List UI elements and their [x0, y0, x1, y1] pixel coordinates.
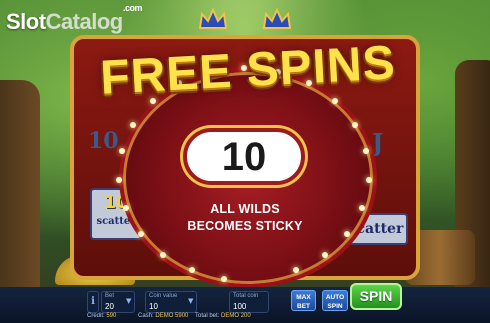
light-bulb — [137, 230, 144, 237]
cash-readout: Cash: DEMO 5900 — [138, 313, 188, 319]
credit-value: 590 — [106, 313, 117, 319]
max-bet-line-1: MAX — [296, 294, 311, 301]
coin-value: 10 — [149, 302, 158, 311]
site-logo: SlotCatalog .com — [6, 3, 143, 35]
auto-spin-line-1: AUTO — [325, 294, 345, 301]
light-bulb — [122, 205, 129, 212]
spin-button[interactable]: SPIN — [350, 283, 402, 310]
logo-slot: Slot — [6, 9, 46, 34]
max-bet-button[interactable]: MAX BET — [291, 290, 316, 311]
bet-selector[interactable]: Bet 20 ▼ — [101, 291, 135, 313]
reel-symbol-j: J — [372, 128, 384, 157]
chevron-down-icon[interactable]: ▼ — [188, 297, 193, 305]
light-bulb — [344, 230, 351, 237]
auto-spin-line-2: SPIN — [327, 303, 343, 310]
message-line-1: ALL WILDS — [210, 202, 280, 216]
logo-suffix: .com — [123, 3, 143, 13]
credit-label: Credit: — [87, 313, 105, 319]
credit-readout: Credit: 590 — [87, 313, 116, 319]
cash-value: DEMO 5900 — [155, 313, 189, 319]
tree-trunk-left — [0, 80, 40, 320]
info-button[interactable]: i — [87, 291, 99, 313]
total-coin-value: 100 — [233, 302, 247, 311]
light-bulb — [321, 252, 328, 259]
total-bet-readout: Total bet: DEMO 200 — [195, 313, 251, 319]
total-coin-label: Total coin — [233, 293, 259, 299]
total-bet-label: Total bet: — [195, 313, 220, 319]
coin-value-label: Coin value — [149, 293, 178, 299]
free-spins-count: 10 — [183, 128, 305, 185]
chevron-down-icon[interactable]: ▼ — [126, 297, 131, 305]
crown-icon — [198, 8, 228, 29]
free-spins-message: ALL WILDS BECOMES STICKY — [150, 201, 340, 235]
crown-icon — [262, 8, 292, 29]
logo-catalog: Catalog — [45, 9, 124, 34]
bet-label: Bet — [105, 293, 115, 299]
max-bet-line-2: BET — [297, 303, 310, 310]
light-bulb — [365, 177, 372, 184]
cash-label: Cash: — [138, 313, 154, 319]
auto-spin-button[interactable]: AUTO SPIN — [322, 290, 348, 311]
message-line-2: BECOMES STICKY — [187, 219, 303, 233]
total-bet-value: DEMO 200 — [221, 313, 251, 319]
total-coin-display: Total coin 100 — [229, 291, 269, 313]
coin-value-selector[interactable]: Coin value 10 ▼ — [145, 291, 197, 313]
light-bulb — [351, 121, 358, 128]
bet-value: 20 — [105, 302, 114, 311]
